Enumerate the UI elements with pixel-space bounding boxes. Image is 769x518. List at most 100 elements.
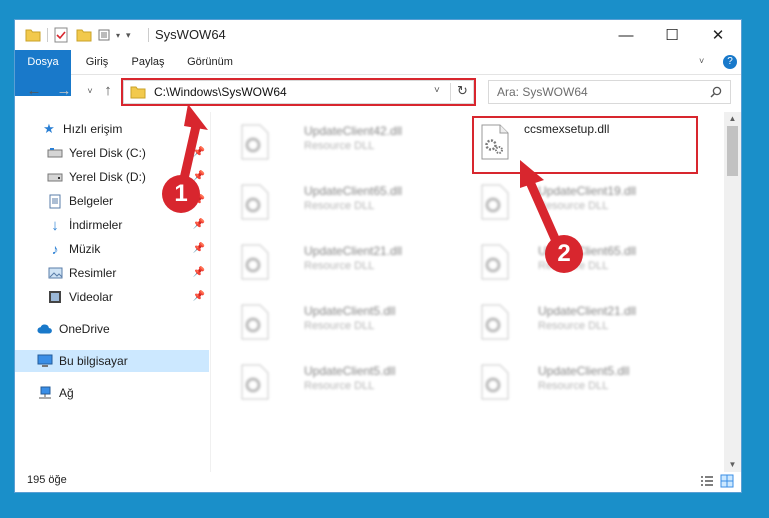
star-icon: ★ [43, 121, 55, 136]
file-item[interactable]: UpdateClient19.dll Resource DLL [472, 178, 692, 224]
file-name: UpdateClient5.dll [304, 304, 396, 318]
help-icon[interactable]: ? [723, 55, 737, 69]
tab-home[interactable]: Giriş [77, 50, 117, 74]
file-item[interactable]: UpdateClient5.dll Resource DLL [472, 358, 692, 404]
file-item[interactable]: UpdateClient21.dll Resource DLL [472, 298, 692, 344]
sidebar-item-pictures[interactable]: Resimler 📌 [15, 262, 209, 284]
scroll-thumb[interactable] [727, 126, 738, 176]
dll-file-icon [481, 304, 509, 340]
file-item[interactable]: UpdateClient21.dll Resource DLL [232, 238, 452, 284]
sidebar-item-quick-access[interactable]: ★ Hızlı erişim [15, 118, 209, 140]
sidebar-item-label: Bu bilgisayar [59, 354, 128, 368]
sidebar-item-onedrive[interactable]: OneDrive [15, 318, 209, 340]
minimize-button[interactable]: — [603, 20, 649, 50]
dll-file-icon [241, 364, 269, 400]
file-item[interactable]: UpdateClient5.dll Resource DLL [232, 358, 452, 404]
pane-divider[interactable] [210, 112, 211, 472]
sidebar-item-downloads[interactable]: ↓ İndirmeler 📌 [15, 214, 209, 236]
ribbon-expand-icon[interactable]: ˅ [699, 56, 704, 66]
properties-icon[interactable] [54, 27, 68, 43]
customize-icon[interactable] [98, 28, 114, 42]
navigation-pane: ★ Hızlı erişim Yerel Disk (C:) 📌 Yerel D… [15, 112, 209, 472]
maximize-icon: ☐ [665, 27, 679, 44]
pin-icon[interactable]: 📌 [193, 219, 205, 230]
search-icon [710, 86, 722, 98]
video-icon [47, 289, 63, 305]
folder-icon[interactable] [25, 28, 41, 42]
file-type: Resource DLL [538, 320, 609, 332]
drive-icon [47, 169, 63, 185]
cloud-icon [37, 321, 53, 337]
vertical-scrollbar[interactable]: ▲ ▼ [724, 112, 741, 472]
file-name: UpdateClient21.dll [304, 244, 403, 258]
file-name: UpdateClient19.dll [538, 184, 637, 198]
sidebar-item-this-pc[interactable]: Bu bilgisayar [15, 350, 209, 372]
download-icon: ↓ [51, 216, 59, 234]
computer-icon [37, 353, 53, 369]
pin-icon[interactable]: 📌 [193, 267, 205, 278]
item-count: 195 öğe [27, 474, 67, 486]
file-name: UpdateClient5.dll [538, 364, 630, 378]
file-type: Resource DLL [304, 140, 375, 152]
network-icon [37, 385, 53, 401]
explorer-window: ▾ ▾ SysWOW64 — ☐ ✕ Dosya Giriş Paylaş Gö… [14, 19, 742, 493]
sidebar-item-disk-c[interactable]: Yerel Disk (C:) 📌 [15, 142, 209, 164]
pin-icon[interactable]: 📌 [193, 147, 205, 158]
chevron-down-icon[interactable]: ▾ [116, 31, 120, 40]
file-type: Resource DLL [304, 260, 375, 272]
file-item[interactable]: UpdateClient65.dll Resource DLL [232, 178, 452, 224]
details-view-icon[interactable] [699, 473, 715, 489]
status-bar: 195 öğe [15, 470, 741, 492]
dll-file-icon [241, 244, 269, 280]
qa-dropdown-icon[interactable]: ▾ [126, 30, 131, 41]
navigation-bar: ← → ˅ ↑ C:\Windows\SysWOW64 ˅ ↻ Ara: Sys… [15, 75, 741, 109]
file-item[interactable]: UpdateClient42.dll Resource DLL [232, 118, 452, 164]
dll-file-icon [481, 244, 509, 280]
file-type: Resource DLL [304, 200, 375, 212]
up-button[interactable]: ↑ [99, 82, 117, 100]
sidebar-item-label: Ağ [59, 386, 74, 400]
file-item[interactable]: UpdateClient5.dll Resource DLL [232, 298, 452, 344]
file-type: Resource DLL [538, 380, 609, 392]
maximize-button[interactable]: ☐ [649, 20, 695, 50]
sidebar-item-label: Hızlı erişim [63, 122, 123, 136]
file-highlight-box [472, 116, 698, 174]
title-bar: ▾ ▾ SysWOW64 — ☐ ✕ [15, 20, 741, 50]
search-input[interactable]: Ara: SysWOW64 [497, 85, 588, 99]
file-item[interactable]: UpdateClient65.dll Resource DLL [472, 238, 692, 284]
sidebar-item-network[interactable]: Ağ [15, 382, 209, 404]
new-folder-icon[interactable] [76, 28, 92, 42]
pin-icon[interactable]: 📌 [193, 243, 205, 254]
tab-view[interactable]: Görünüm [181, 50, 239, 74]
sidebar-item-label: Yerel Disk (D:) [69, 170, 146, 184]
file-name: UpdateClient65.dll [304, 184, 403, 198]
search-box[interactable]: Ara: SysWOW64 [488, 80, 731, 104]
recent-locations-icon[interactable]: ˅ [81, 82, 99, 100]
dll-file-icon [481, 184, 509, 220]
pictures-icon [47, 265, 63, 281]
sidebar-item-label: OneDrive [59, 322, 110, 336]
sidebar-item-videos[interactable]: Videolar 📌 [15, 286, 209, 308]
forward-button[interactable]: → [55, 82, 73, 100]
file-list: UpdateClient42.dll Resource DLL UpdateCl… [212, 112, 724, 472]
pin-icon[interactable]: 📌 [193, 291, 205, 302]
tab-share[interactable]: Paylaş [123, 50, 173, 74]
scroll-up-icon[interactable]: ▲ [724, 112, 741, 126]
file-name: UpdateClient5.dll [304, 364, 396, 378]
back-button[interactable]: ← [25, 82, 43, 100]
close-icon: ✕ [711, 27, 725, 44]
sidebar-item-label: Resimler [69, 266, 117, 280]
sidebar-item-music[interactable]: ♪ Müzik 📌 [15, 238, 209, 260]
address-bar[interactable]: C:\Windows\SysWOW64 ˅ ↻ [121, 78, 476, 106]
file-type: Resource DLL [304, 380, 375, 392]
sidebar-item-label: Belgeler [69, 194, 114, 208]
tiles-view-icon[interactable] [719, 473, 735, 489]
step-badge-1: 1 [162, 175, 200, 213]
file-type: Resource DLL [304, 320, 375, 332]
close-button[interactable]: ✕ [695, 20, 741, 50]
window-title: SysWOW64 [155, 27, 226, 42]
dll-file-icon [481, 364, 509, 400]
music-icon: ♪ [51, 241, 59, 257]
file-name: UpdateClient21.dll [538, 304, 637, 318]
drive-icon [47, 145, 63, 161]
